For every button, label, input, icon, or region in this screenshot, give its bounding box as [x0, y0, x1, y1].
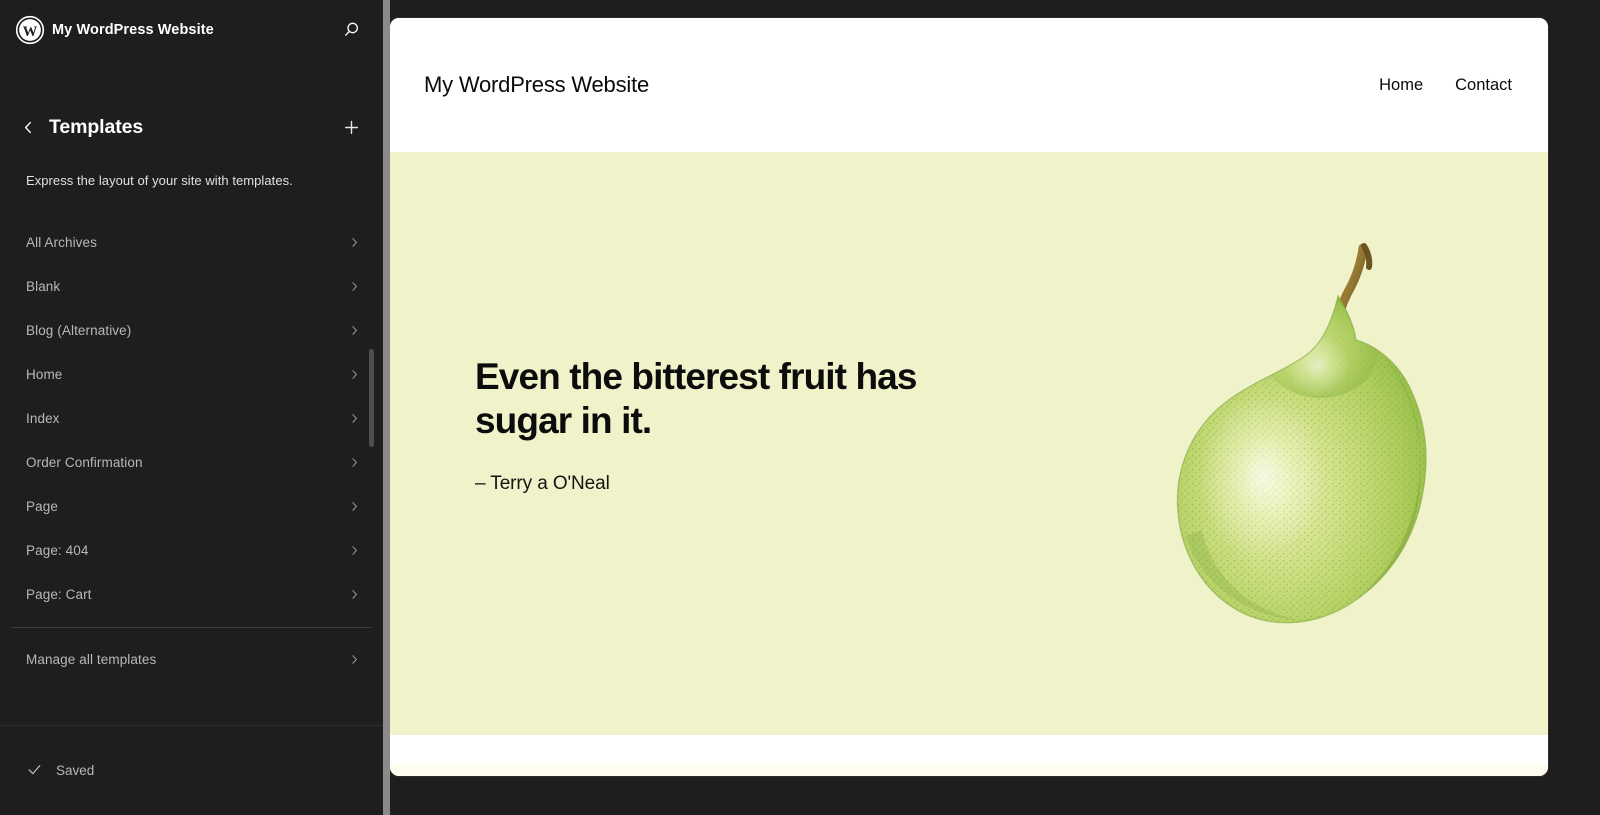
sidebar-item-page-cart[interactable]: Page: Cart: [0, 573, 383, 617]
site-editor-app: W My WordPress Website Templates Express…: [0, 0, 1600, 815]
templates-list-region: All Archives Blank Blog (Alternative) Home I…: [0, 221, 383, 726]
sidebar-item-page[interactable]: Page: [0, 485, 383, 529]
template-item-label: Page: Cart: [26, 587, 92, 602]
chevron-right-icon: [347, 368, 361, 382]
manage-list: Manage all templates: [0, 638, 383, 682]
template-item-label: Page: 404: [26, 543, 89, 558]
template-item-label: Home: [26, 367, 63, 382]
pear-illustration: [1142, 230, 1472, 650]
list-divider: [11, 626, 372, 628]
sidebar-item-blog-alternative[interactable]: Blog (Alternative): [0, 309, 383, 353]
preview-hero-section: Even the bitterest fruit has sugar in it…: [390, 152, 1548, 735]
chevron-right-icon: [347, 324, 361, 338]
chevron-right-icon: [347, 588, 361, 602]
template-item-label: Page: [26, 499, 58, 514]
hero-attribution: – Terry a O'Neal: [475, 472, 610, 494]
chevron-right-icon: [347, 236, 361, 250]
manage-all-templates-label: Manage all templates: [26, 652, 157, 667]
sidebar-item-home[interactable]: Home: [0, 353, 383, 397]
page-title: Templates: [49, 115, 144, 138]
svg-text:W: W: [23, 24, 38, 40]
sidebar-top-bar: W My WordPress Website: [0, 0, 383, 60]
template-item-label: All Archives: [26, 235, 97, 250]
chevron-right-icon: [347, 653, 361, 667]
editor-sidebar: W My WordPress Website Templates Express…: [0, 0, 383, 815]
plus-icon[interactable]: [333, 109, 369, 145]
panel-description: Express the layout of your site with tem…: [26, 173, 293, 188]
template-item-label: Blog (Alternative): [26, 323, 132, 338]
checkmark-icon: [26, 761, 43, 781]
preview-site-header: My WordPress Website Home Contact: [390, 18, 1548, 152]
template-item-label: Order Confirmation: [26, 455, 143, 470]
sidebar-item-all-archives[interactable]: All Archives: [0, 221, 383, 265]
status-badge[interactable]: Saved: [26, 761, 94, 781]
hero-text-block: Even the bitterest fruit has sugar in it…: [475, 355, 945, 495]
sidebar-item-page-404[interactable]: Page: 404: [0, 529, 383, 573]
chevron-left-icon[interactable]: [10, 109, 46, 145]
search-icon[interactable]: [335, 14, 367, 46]
sidebar-item-blank[interactable]: Blank: [0, 265, 383, 309]
site-preview-canvas[interactable]: My WordPress Website Home Contact Even th…: [390, 18, 1548, 776]
nav-link-home[interactable]: Home: [1379, 76, 1423, 95]
sidebar-item-order-confirmation[interactable]: Order Confirmation: [0, 441, 383, 485]
sidebar-footer: Saved: [0, 725, 383, 815]
chevron-right-icon: [347, 544, 361, 558]
canvas-resize-handle[interactable]: [383, 0, 390, 815]
chevron-right-icon: [347, 500, 361, 514]
sidebar-item-manage-all-templates[interactable]: Manage all templates: [0, 638, 383, 682]
save-status-label: Saved: [56, 763, 95, 778]
sidebar-scrollbar-thumb[interactable]: [369, 348, 374, 447]
chevron-right-icon: [347, 280, 361, 294]
template-item-label: Blank: [26, 279, 61, 294]
preview-site-footer: [390, 764, 1548, 776]
sidebar-site-title: My WordPress Website: [52, 22, 214, 38]
wordpress-logo-icon[interactable]: W: [14, 14, 46, 46]
preview-site-title: My WordPress Website: [424, 72, 650, 97]
sidebar-item-index[interactable]: Index: [0, 397, 383, 441]
templates-list: All Archives Blank Blog (Alternative) Home I…: [0, 221, 383, 617]
chevron-right-icon: [347, 412, 361, 426]
template-item-label: Index: [26, 411, 60, 426]
preview-navigation: Home Contact: [1379, 76, 1512, 95]
hero-quote: Even the bitterest fruit has sugar in it…: [475, 356, 917, 442]
nav-link-contact[interactable]: Contact: [1455, 76, 1512, 95]
chevron-right-icon: [347, 456, 361, 470]
preview-white-strip: [390, 735, 1548, 764]
templates-panel-header: Templates: [0, 109, 383, 145]
